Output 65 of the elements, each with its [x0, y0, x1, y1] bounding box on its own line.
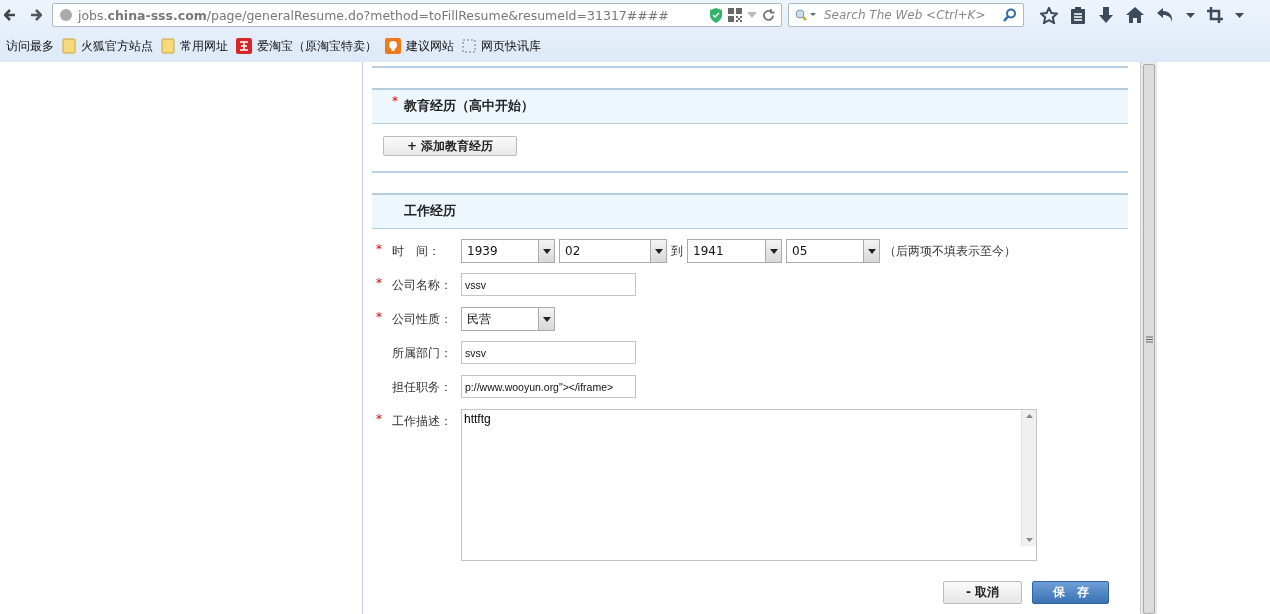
bookmark-link[interactable]: 网页快讯库: [462, 37, 541, 55]
required-asterisk: *: [376, 411, 383, 428]
search-bar[interactable]: Search The Web <Ctrl+K>: [788, 3, 1024, 27]
crop-icon[interactable]: [1207, 7, 1223, 23]
text-input[interactable]: vssv: [461, 273, 636, 296]
forward-arrow-icon: [30, 9, 42, 21]
search-input[interactable]: Search The Web <Ctrl+K>: [822, 7, 998, 23]
select-field[interactable]: 1939: [461, 239, 555, 263]
required-asterisk: *: [376, 309, 383, 326]
bookmark-link[interactable]: 建议网站: [385, 37, 454, 55]
text-input[interactable]: p://www.wooyun.org"></iframe>: [461, 375, 636, 398]
back-arrow-icon: [4, 9, 16, 21]
qr-code-icon[interactable]: [728, 8, 742, 22]
field-label: 工作描述：: [391, 413, 453, 430]
hint-text: （后两项不填表示至今）: [884, 242, 1016, 260]
magnifier-icon: [795, 9, 817, 21]
dropdown-arrow-icon[interactable]: [1186, 12, 1195, 18]
required-asterisk: *: [392, 94, 399, 108]
dropdown-arrow-icon: [654, 248, 663, 254]
select-field[interactable]: 02: [559, 239, 667, 263]
address-bar[interactable]: jobs.china-sss.com/page/generalResume.do?method=toFillResume&resumeId=31317####: [52, 3, 782, 27]
dropdown-arrow-icon: [542, 248, 551, 254]
dropdown-arrow-icon[interactable]: [1235, 12, 1244, 18]
clipboard-list-icon[interactable]: [1070, 6, 1086, 24]
section-title: 工作经历: [404, 203, 456, 220]
section-title: 教育经历（高中开始）: [404, 98, 534, 115]
bookmark-link[interactable]: 常用网址: [161, 37, 228, 55]
folder-icon: [161, 38, 175, 54]
field-label: 公司名称：: [391, 277, 453, 294]
field-label: 所属部门：: [391, 345, 453, 362]
undo-arrow-icon[interactable]: [1156, 7, 1174, 23]
field-label: 时 间：: [391, 243, 441, 260]
required-asterisk: *: [376, 241, 383, 258]
select-field[interactable]: 05: [786, 239, 880, 263]
required-asterisk: *: [376, 275, 383, 292]
dropdown-arrow-icon: [542, 316, 551, 322]
field-label: 公司性质：: [391, 311, 453, 328]
scroll-down-icon[interactable]: [1025, 538, 1033, 542]
dashed-box-icon: [462, 39, 476, 53]
select-field[interactable]: 民营: [461, 307, 555, 331]
bookmark-link[interactable]: 火狐官方站点: [62, 37, 153, 55]
select-field[interactable]: 1941: [687, 239, 782, 263]
textarea-field[interactable]: httftg: [461, 409, 1037, 561]
download-arrow-icon[interactable]: [1098, 6, 1114, 24]
star-icon[interactable]: [1040, 6, 1058, 24]
add-education-button[interactable]: + 添加教育经历: [383, 136, 517, 156]
folder-icon: [62, 38, 76, 54]
bookmark-link[interactable]: 访问最多: [6, 37, 54, 55]
lightbulb-icon: [385, 38, 401, 54]
scrollbar[interactable]: [1140, 62, 1157, 614]
reload-icon[interactable]: [762, 8, 775, 22]
text-input[interactable]: svsv: [461, 341, 636, 364]
dropdown-arrow-icon: [769, 248, 778, 254]
shop-icon: [236, 38, 252, 54]
scroll-up-icon[interactable]: [1025, 414, 1033, 418]
grip-icon: [1145, 335, 1153, 343]
range-separator: 到: [671, 242, 683, 260]
dropdown-arrow-icon: [867, 248, 876, 254]
search-icon[interactable]: [1003, 8, 1017, 22]
home-icon[interactable]: [1126, 7, 1144, 23]
save-button[interactable]: 保 存: [1032, 581, 1109, 604]
field-label: 担任职务：: [391, 379, 453, 396]
cancel-button[interactable]: - 取消: [943, 581, 1022, 604]
bookmark-link[interactable]: 爱淘宝（原淘宝特卖）: [236, 37, 377, 55]
shield-check-icon: [709, 7, 723, 23]
